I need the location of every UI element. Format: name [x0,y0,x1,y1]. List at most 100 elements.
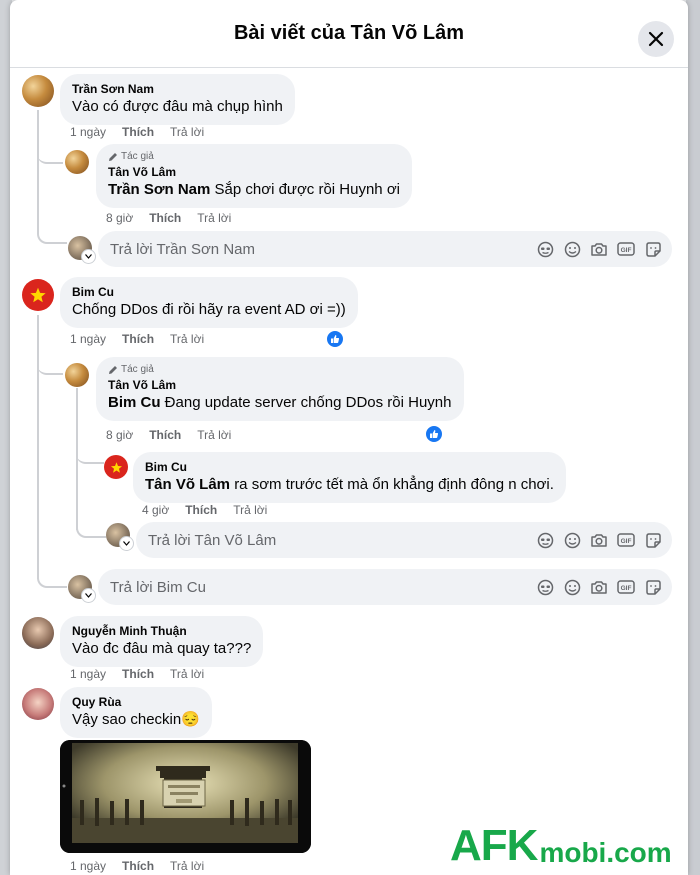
emoji-icon[interactable] [563,240,581,258]
like-button[interactable]: Thích [122,859,154,873]
like-reaction-icon[interactable] [425,425,443,443]
reply-placeholder: Trả lời Tân Võ Lâm [148,531,277,549]
avatar[interactable] [22,279,54,311]
reply-input[interactable]: Trả lời Bim Cu GIF [98,569,672,605]
emoji: 😔 [181,711,200,728]
avatar[interactable] [22,617,54,649]
author-tag-label: Tác giả [121,364,154,375]
like-button[interactable]: Thích [185,503,217,517]
comment-author[interactable]: Tân Võ Lâm [108,377,452,393]
chevron-down-icon [123,541,130,546]
like-button[interactable]: Thích [122,667,154,681]
reply-input[interactable]: Trả lời Tân Võ Lâm GIF [136,522,672,558]
chevron-down-icon [85,593,92,598]
thread-connector [37,345,63,375]
comment-time[interactable]: 8 giờ [106,211,133,225]
reply-button[interactable]: Trả lời [170,125,204,139]
comment-actions: 1 ngày Thích Trả lời [70,332,220,346]
comment-actions: 8 giờ Thích Trả lời [106,211,247,225]
avatar-sticker-icon[interactable] [536,578,554,596]
thread-connector [37,560,67,588]
author-badge: Tác giả [108,363,452,377]
comment-time[interactable]: 1 ngày [70,859,106,873]
comment-actions: 1 ngày Thích Trả lời [70,667,220,681]
reply-button[interactable]: Trả lời [197,428,231,442]
comment-author[interactable]: Quy Rùa [72,694,200,710]
comment-bubble: Tác giả Tân Võ Lâm Trần Sơn Nam Sắp chơi… [96,144,412,208]
comment-time[interactable]: 1 ngày [70,667,106,681]
comment-author[interactable]: Nguyễn Minh Thuận [72,623,251,639]
avatar[interactable] [65,363,89,387]
modal-header: Bài viết của Tân Võ Lâm [10,0,688,68]
avatar-dropdown[interactable] [82,589,95,602]
svg-text:GIF: GIF [621,538,632,545]
comment-text: Sắp chơi được rồi Huynh ơi [214,181,400,198]
emoji-icon[interactable] [563,578,581,596]
comment-time[interactable]: 1 ngày [70,332,106,346]
mention-link[interactable]: Bim Cu [108,394,161,411]
comment-time[interactable]: 8 giờ [106,428,133,442]
pencil-icon [109,366,117,374]
like-button[interactable]: Thích [122,332,154,346]
avatar[interactable] [104,455,128,479]
mention-link[interactable]: Tân Võ Lâm [145,476,230,493]
chevron-down-icon [85,254,92,259]
comment-time[interactable]: 1 ngày [70,125,106,139]
svg-text:GIF: GIF [621,247,632,254]
comment-bubble: Tác giả Tân Võ Lâm Bim Cu Đang update se… [96,357,464,421]
gif-icon[interactable]: GIF [617,578,635,596]
comment-author[interactable]: Bim Cu [145,459,554,475]
like-reaction-icon[interactable] [326,330,344,348]
avatar-sticker-icon[interactable] [536,531,554,549]
reply-button[interactable]: Trả lời [170,667,204,681]
reply-button[interactable]: Trả lời [197,211,231,225]
comment-text: Vậy sao checkin [72,711,182,728]
watermark-logo: AFK mobi.com [450,824,672,868]
reply-input[interactable]: Trả lời Trần Sơn Nam GIF [98,231,672,267]
mention-link[interactable]: Trần Sơn Nam [108,181,210,198]
svg-text:GIF: GIF [621,585,632,592]
gif-icon[interactable]: GIF [617,531,635,549]
comment-author[interactable]: Bim Cu [72,284,346,300]
sticker-icon[interactable] [644,531,662,549]
avatar-dropdown[interactable] [120,537,133,550]
avatar[interactable] [22,75,54,107]
watermark-brand: AFK [450,821,538,870]
reply-tools: GIF [536,240,662,258]
comment-author[interactable]: Tân Võ Lâm [108,164,400,180]
comment-bubble: Nguyễn Minh Thuận Vào đc đâu mà quay ta?… [60,616,264,667]
avatar[interactable] [65,150,89,174]
comment-actions: 8 giờ Thích Trả lời [106,428,247,442]
reply-button[interactable]: Trả lời [170,859,204,873]
backdrop-right-edge [686,0,700,875]
reply-tools: GIF [536,531,662,549]
like-button[interactable]: Thích [149,428,181,442]
reply-placeholder: Trả lời Bim Cu [110,578,206,596]
comment-text: Vào đc đâu mà quay ta??? [72,640,252,657]
avatar-dropdown[interactable] [82,250,95,263]
reply-button[interactable]: Trả lời [170,332,204,346]
reply-tools: GIF [536,578,662,596]
comment-author[interactable]: Trần Sơn Nam [72,81,283,97]
sticker-icon[interactable] [644,240,662,258]
game-screenshot [60,740,311,853]
comment-text-wrap: Tân Võ Lâm ra sơm trước tết mà ổn khẳng … [145,476,554,493]
comment-attachment-image[interactable] [60,740,311,853]
like-button[interactable]: Thích [149,211,181,225]
reply-button[interactable]: Trả lời [233,503,267,517]
reply-placeholder: Trả lời Trần Sơn Nam [110,240,255,258]
emoji-icon[interactable] [563,531,581,549]
camera-icon[interactable] [590,531,608,549]
gif-icon[interactable]: GIF [617,240,635,258]
close-button[interactable] [638,21,674,57]
avatar[interactable] [22,688,54,720]
like-button[interactable]: Thích [122,125,154,139]
camera-icon[interactable] [590,578,608,596]
comment-time[interactable]: 4 giờ [142,503,169,517]
sticker-icon[interactable] [644,578,662,596]
post-modal: Bài viết của Tân Võ Lâm Trần Sơn Nam Vào… [10,0,688,875]
comment-text: Chống DDos đi rồi hãy ra event AD ơi =)) [72,301,346,318]
camera-icon[interactable] [590,240,608,258]
avatar-sticker-icon[interactable] [536,240,554,258]
thread-connector [37,214,67,244]
